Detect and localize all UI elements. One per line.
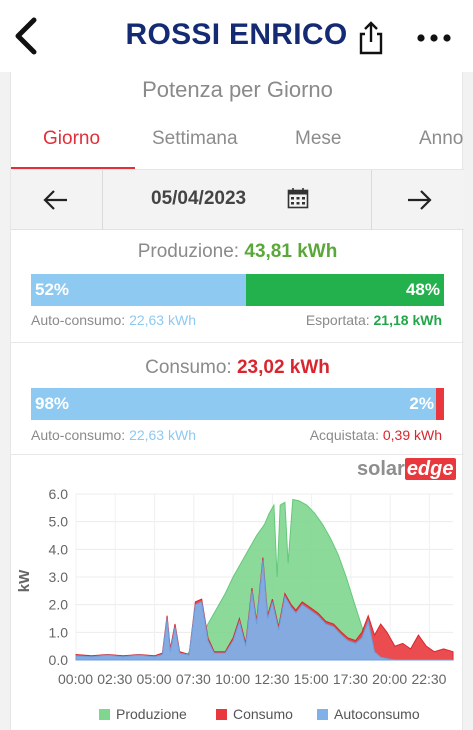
production-heading: Produzione: 43,81 kWh bbox=[11, 241, 464, 263]
y-tick-label: 0.0 bbox=[49, 652, 69, 668]
consumption-value: 23,02 kWh bbox=[236, 357, 330, 378]
y-tick-label: 1.0 bbox=[49, 624, 69, 640]
legend-item-produzione[interactable]: Produzione bbox=[99, 706, 187, 722]
period-tabs: Giorno Settimana Mese Anno bbox=[11, 116, 464, 170]
section-divider bbox=[11, 342, 464, 343]
production-value: 43,81 kWh bbox=[244, 241, 338, 262]
power-card: Potenza per Giorno Giorno Settimana Mese… bbox=[10, 72, 464, 730]
x-tick-label: 07:30 bbox=[176, 671, 211, 687]
x-tick-label: 05:00 bbox=[137, 671, 172, 687]
consumption-selfconsumption-label: Auto-consumo: bbox=[31, 427, 130, 443]
x-tick-label: 00:00 bbox=[58, 671, 93, 687]
legend-label: Autoconsumo bbox=[334, 706, 420, 722]
x-tick-label: 02:30 bbox=[97, 671, 132, 687]
selected-date[interactable]: 05/04/2023 bbox=[151, 188, 246, 210]
x-tick-label: 12:30 bbox=[254, 671, 289, 687]
production-self-segment: 52% bbox=[31, 274, 246, 306]
legend-item-autoconsumo[interactable]: Autoconsumo bbox=[317, 706, 420, 722]
consumption-selfconsumption: Auto-consumo: 22,63 kWh bbox=[31, 427, 196, 443]
production-label: Produzione: bbox=[137, 241, 245, 262]
legend-swatch bbox=[317, 709, 328, 720]
consumption-self-segment: 98% bbox=[31, 388, 436, 420]
consumption-label: Consumo: bbox=[145, 357, 237, 378]
header-bar: ROSSI ENRICO bbox=[0, 0, 473, 72]
x-tick-label: 15:00 bbox=[294, 671, 329, 687]
next-day-button[interactable] bbox=[371, 170, 463, 230]
legend-label: Produzione bbox=[116, 706, 187, 722]
consumption-purchased-label: Acquistata: bbox=[309, 427, 383, 443]
consumption-purchased: Acquistata: 0,39 kWh bbox=[310, 427, 442, 443]
previous-day-button[interactable] bbox=[11, 170, 103, 230]
y-tick-label: 5.0 bbox=[49, 514, 69, 530]
calendar-icon[interactable] bbox=[287, 187, 309, 209]
y-tick-label: 6.0 bbox=[49, 486, 69, 502]
tab-mese[interactable]: Mese bbox=[295, 128, 341, 150]
x-tick-label: 10:00 bbox=[215, 671, 250, 687]
consumption-bought-segment bbox=[436, 388, 444, 420]
x-tick-label: 22:30 bbox=[411, 671, 446, 687]
production-exported-label: Esportata: bbox=[305, 312, 374, 328]
production-export-segment: 48% bbox=[246, 274, 444, 306]
production-bar: 52% 48% bbox=[31, 274, 444, 306]
production-export-percent: 48% bbox=[405, 280, 440, 299]
tab-settimana[interactable]: Settimana bbox=[152, 128, 238, 150]
legend-item-consumo[interactable]: Consumo bbox=[216, 706, 293, 722]
consumption-heading: Consumo: 23,02 kWh bbox=[11, 357, 464, 379]
tab-anno[interactable]: Anno bbox=[419, 128, 463, 150]
share-button[interactable] bbox=[355, 20, 387, 56]
arrow-left-icon bbox=[43, 190, 67, 210]
chart-legend: Produzione Consumo Autoconsumo bbox=[11, 704, 464, 726]
production-selfconsumption: Auto-consumo: 22,63 kWh bbox=[31, 312, 196, 328]
power-chart[interactable]: 0.0 1.0 2.0 3.0 4.0 5.0 6.0 00:00 02:30 05:00 07:3… bbox=[11, 476, 464, 702]
production-exported: Esportata: 21,18 kWh bbox=[306, 312, 442, 328]
tab-giorno[interactable]: Giorno bbox=[43, 128, 100, 150]
y-tick-label: 3.0 bbox=[49, 569, 69, 585]
consumption-selfconsumption-value: 22,63 kWh bbox=[129, 427, 196, 443]
production-exported-value: 21,18 kWh bbox=[373, 312, 442, 328]
card-title: Potenza per Giorno bbox=[142, 77, 333, 102]
consumption-self-percent: 98% bbox=[35, 394, 70, 413]
selfconsumption-area bbox=[75, 560, 453, 661]
more-horizontal-icon bbox=[417, 34, 451, 42]
x-tick-label: 20:00 bbox=[372, 671, 407, 687]
date-navigator: 05/04/2023 bbox=[11, 170, 464, 230]
y-axis-label: kW bbox=[16, 569, 33, 592]
legend-label: Consumo bbox=[233, 706, 293, 722]
legend-swatch bbox=[216, 709, 227, 720]
more-button[interactable] bbox=[414, 28, 454, 48]
share-icon bbox=[359, 21, 383, 55]
consumption-bar: 98% 2% bbox=[31, 388, 444, 420]
production-self-percent: 52% bbox=[35, 280, 70, 299]
consumption-purchased-value: 0,39 kWh bbox=[382, 427, 442, 443]
consumption-bought-percent: 2% bbox=[409, 394, 434, 413]
x-tick-label: 17:30 bbox=[333, 671, 368, 687]
legend-swatch bbox=[99, 709, 110, 720]
page-title: ROSSI ENRICO bbox=[125, 18, 348, 51]
production-selfconsumption-label: Auto-consumo: bbox=[31, 312, 130, 328]
arrow-right-icon bbox=[408, 190, 432, 210]
production-selfconsumption-value: 22,63 kWh bbox=[129, 312, 196, 328]
section-divider bbox=[11, 454, 464, 455]
y-tick-label: 2.0 bbox=[49, 597, 69, 613]
y-tick-label: 4.0 bbox=[49, 541, 69, 557]
